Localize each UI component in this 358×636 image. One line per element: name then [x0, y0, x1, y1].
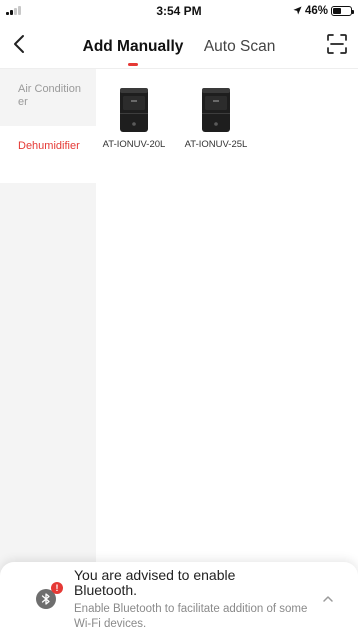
nav-bar: Add Manually Auto Scan — [0, 20, 358, 68]
battery-percent: 46% — [304, 4, 328, 17]
product-name: AT-IONUV-20L — [102, 139, 166, 150]
dehumidifier-icon — [202, 88, 230, 132]
dehumidifier-icon — [120, 88, 148, 132]
product-card[interactable]: AT-IONUV-20L — [96, 86, 172, 150]
tab-auto-scan-label: Auto Scan — [203, 38, 276, 55]
tab-bar: Add Manually Auto Scan — [0, 38, 358, 66]
tab-add-manually-label: Add Manually — [82, 38, 184, 55]
bluetooth-prompt-description: Enable Bluetooth to facilitate addition … — [74, 603, 308, 630]
sidebar-item-label: Air Conditioner — [18, 83, 81, 108]
product-name: AT-IONUV-25L — [184, 139, 248, 150]
sidebar-item-air-conditioner[interactable]: Air Conditioner — [0, 69, 96, 126]
product-card[interactable]: AT-IONUV-25L — [178, 86, 254, 150]
status-bar: 3:54 PM 46% — [0, 0, 358, 20]
tab-add-manually[interactable]: Add Manually — [82, 38, 184, 66]
battery-group: 46% — [293, 4, 354, 17]
battery-fill — [333, 7, 341, 14]
chevron-up-icon[interactable] — [322, 595, 334, 603]
bluetooth-prompt-card[interactable]: ! You are advised to enable Bluetooth. E… — [0, 562, 358, 636]
sidebar-item-dehumidifier[interactable]: Dehumidifier — [0, 126, 96, 183]
tab-auto-scan[interactable]: Auto Scan — [204, 38, 276, 56]
location-arrow-icon — [293, 6, 302, 15]
bluetooth-prompt-title: You are advised to enable Bluetooth. — [74, 567, 236, 598]
sidebar-item-label: Dehumidifier — [18, 140, 80, 152]
category-sidebar: Air Conditioner Dehumidifier — [0, 69, 96, 636]
alert-badge: ! — [51, 582, 63, 594]
active-tab-indicator — [128, 63, 138, 66]
scan-qr-icon[interactable] — [326, 33, 348, 55]
battery-icon — [331, 5, 354, 16]
